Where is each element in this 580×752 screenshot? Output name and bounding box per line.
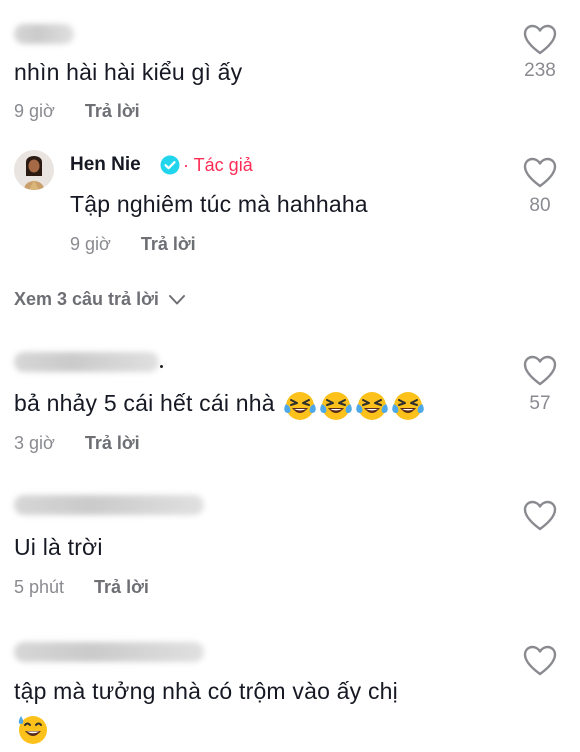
heart-outline-icon[interactable] bbox=[523, 157, 557, 189]
comment-meta: 9 giờ Trả lời bbox=[14, 101, 140, 122]
author-tag: · Tác giả bbox=[183, 155, 253, 176]
reply-button[interactable]: Trả lời bbox=[94, 577, 149, 597]
heart-outline-icon[interactable] bbox=[523, 355, 557, 387]
laughing-tears-emoji bbox=[320, 392, 353, 420]
like-count: 57 bbox=[529, 393, 551, 414]
view-replies-button[interactable]: Xem 3 câu trả lời bbox=[14, 289, 186, 310]
avatar[interactable] bbox=[14, 150, 54, 190]
view-replies-label: Xem 3 câu trả lời bbox=[14, 289, 159, 309]
comment-time: 5 phút bbox=[14, 577, 65, 597]
comment-meta: 5 phút Trả lời bbox=[14, 577, 149, 598]
comment-meta: 3 giờ Trả lời bbox=[14, 433, 140, 454]
author-name[interactable]: Hen Nie bbox=[70, 154, 141, 176]
reply-button[interactable]: Trả lời bbox=[141, 234, 196, 254]
comment-text: Ui là trời bbox=[14, 534, 103, 560]
heart-outline-icon[interactable] bbox=[523, 645, 557, 677]
like-count: 80 bbox=[529, 195, 551, 216]
reply-button[interactable]: Trả lời bbox=[85, 433, 140, 453]
laughing-tears-emoji bbox=[356, 392, 389, 420]
comment-text: nhìn hài hài kiểu gì ấy bbox=[14, 59, 243, 85]
heart-outline-icon[interactable] bbox=[523, 24, 557, 56]
laughing-tears-emoji bbox=[392, 392, 425, 420]
blurred-username bbox=[14, 24, 74, 44]
blurred-username bbox=[14, 352, 159, 372]
chevron-down-icon bbox=[168, 295, 185, 305]
comment-time: 3 giờ bbox=[14, 433, 55, 453]
sweat-smile-emoji bbox=[18, 716, 47, 744]
reply-time: 9 giờ bbox=[70, 234, 111, 254]
blurred-username bbox=[14, 495, 204, 515]
reply-text: Tập nghiêm túc mà hahhaha bbox=[70, 191, 368, 217]
blurred-username bbox=[14, 642, 204, 662]
verified-badge-icon bbox=[160, 155, 180, 175]
comment-text-body: bả nhảy 5 cái hết cái nhà bbox=[14, 390, 275, 417]
comment-text: bả nhảy 5 cái hết cái nhà bbox=[14, 388, 425, 422]
heart-outline-icon[interactable] bbox=[523, 500, 557, 532]
comment-time: 9 giờ bbox=[14, 101, 55, 121]
like-count: 238 bbox=[524, 60, 556, 81]
author-tag-label: Tác giả bbox=[193, 155, 253, 175]
comment-text: tập mà tưởng nhà có trộm vào ấy chị bbox=[14, 678, 398, 704]
reply-button[interactable]: Trả lời bbox=[85, 101, 140, 121]
username-dot bbox=[160, 365, 163, 368]
laughing-tears-emoji bbox=[284, 392, 317, 420]
separator-dot: · bbox=[183, 155, 194, 175]
reply-meta: 9 giờ Trả lời bbox=[70, 234, 196, 255]
